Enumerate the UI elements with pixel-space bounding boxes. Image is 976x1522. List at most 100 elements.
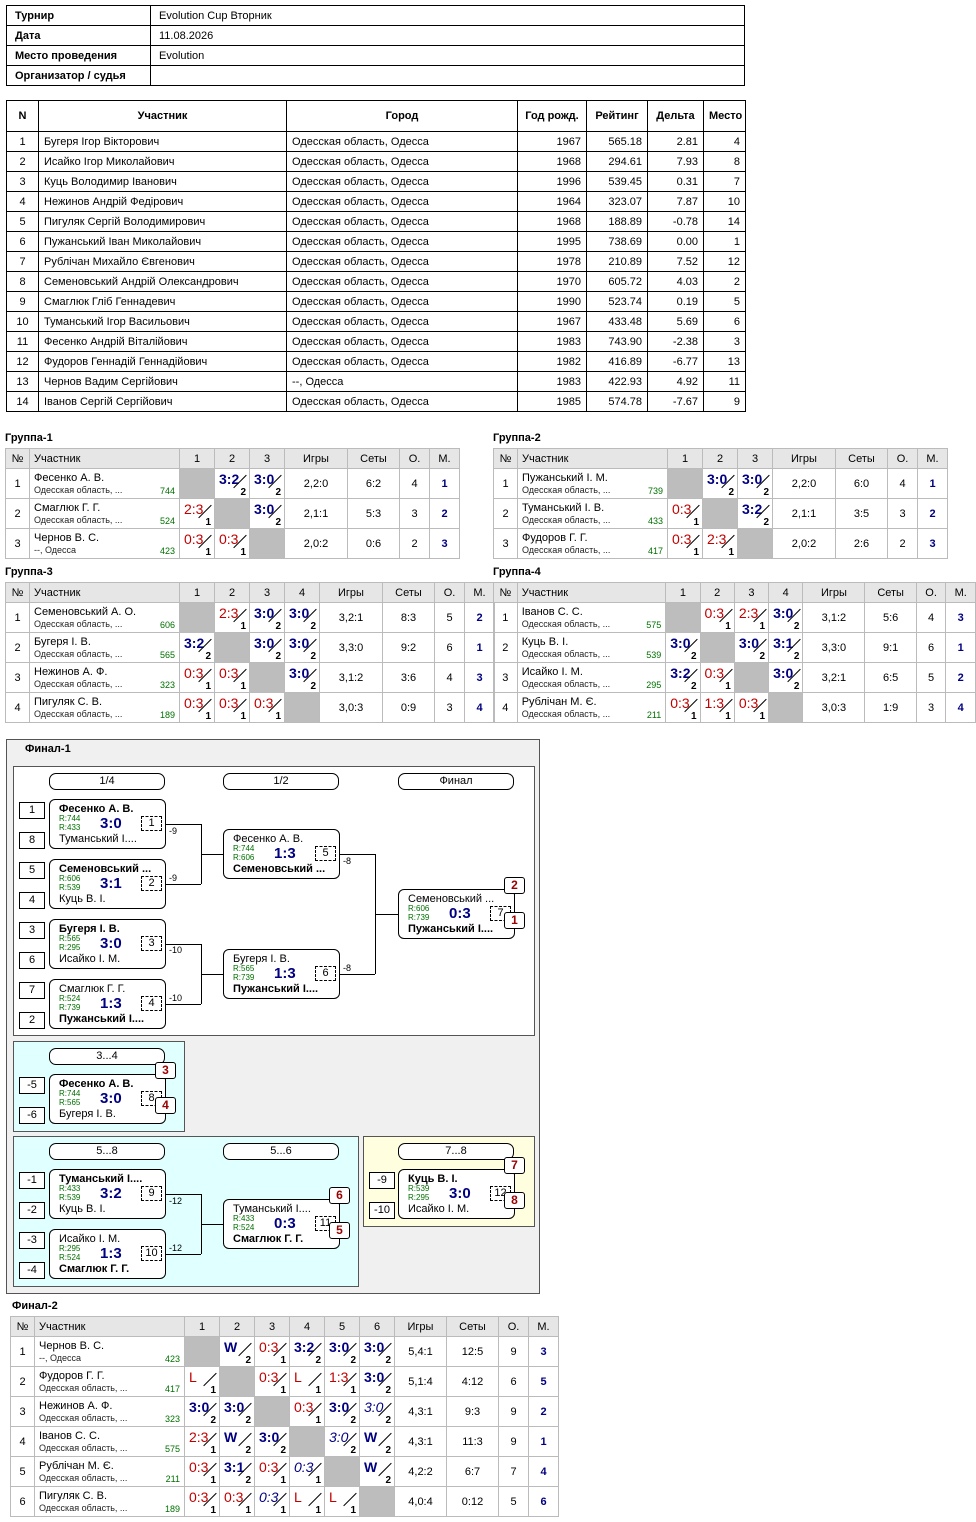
match-box[interactable]: Семеновський ... R:606 R:739 0:3 7 Пужанський… — [398, 889, 515, 939]
col-sets: Сеты — [347, 448, 400, 469]
col-opponent: 2 — [214, 582, 250, 603]
participant-cell: 8 — [6, 271, 39, 292]
match-box[interactable]: Фесенко А. В. R:744 R:606 1:3 5 Семеновський … — [223, 829, 340, 879]
participant-cell: 1 — [703, 231, 746, 252]
match-points: 1 — [210, 1385, 216, 1396]
match-points: 2 — [385, 1355, 391, 1366]
match-box[interactable]: Бугеря І. В. R:565 R:295 3:0 3 Исайко І. М. — [49, 919, 166, 969]
score-cell — [284, 692, 320, 723]
match-number: 9 — [141, 1186, 162, 1201]
group-row: 2 Фудоров Г. Г. Одесская область, ... 417 L 1… — [10, 1366, 559, 1397]
group-row: 1 Семеновський А. О. Одесская область, ...… — [5, 602, 495, 633]
player-b-name: Пужанський І.... — [59, 1013, 145, 1025]
col-n: № — [493, 448, 518, 469]
player-rating: 744 — [159, 486, 175, 496]
participant-cell: 9 — [703, 391, 746, 412]
player-city: Одесская область, ... — [39, 1442, 128, 1453]
match-box[interactable]: Туманський І.... R:433 R:524 0:3 11 Смаглюк Г… — [223, 1199, 340, 1249]
col-player: Участник — [34, 1316, 185, 1337]
loser-link-label: -9 — [169, 873, 178, 883]
seed-box: -5 — [19, 1077, 45, 1094]
match-box[interactable]: Фесенко А. В. R:744 R:433 3:0 1 Туманський І.… — [49, 799, 166, 849]
participant-cell: 2.81 — [647, 131, 704, 152]
match-box[interactable]: Смаглюк Г. Г. R:524 R:739 1:3 4 Пужанський І.… — [49, 979, 166, 1029]
participant-cell: Туманський Ігор Васильович — [38, 311, 287, 332]
row-number: 3 — [493, 528, 518, 559]
participant-cell: 14 — [703, 211, 746, 232]
player-rating: 323 — [159, 680, 175, 690]
match-score: 3:0 — [100, 935, 122, 952]
participant-row: 9 Смаглюк Гліб Геннадевич Одесская область… — [6, 291, 746, 312]
match-box[interactable]: Фесенко А. В. R:744 R:565 3:0 8 Бугеря І. В. — [49, 1074, 166, 1124]
participant-cell: 7 — [6, 251, 39, 272]
bracket-line — [166, 1254, 201, 1255]
match-score: 0:3 — [449, 905, 471, 922]
player-a-rating: R:565 — [59, 934, 81, 943]
match-points: 1 — [728, 547, 734, 558]
score-cell: 0:3 1 — [254, 1366, 290, 1397]
col-games: Игры — [319, 582, 383, 603]
sets-value: 1:9 — [864, 692, 917, 723]
score-cell: 3:0 2 — [737, 468, 773, 499]
match-points: 1 — [280, 1505, 286, 1516]
player-b-rating: R:295 — [408, 1193, 430, 1202]
participant-cell: Семеновський Андрій Олександрович — [38, 271, 287, 292]
player-cell: Нежинов А. Ф. Одесская область, ... 323 — [34, 1396, 185, 1427]
player-a-rating: R:433 — [59, 1184, 81, 1193]
player-rating: 417 — [647, 546, 663, 556]
final-1-title: Финал-1 — [25, 743, 71, 755]
participant-cell: 539.45 — [586, 171, 648, 192]
points-value: 3 — [434, 692, 465, 723]
player-cell: Чернов В. С. --, Одесса 423 — [29, 528, 180, 559]
participant-cell: Фудоров Геннадій Геннадійович — [38, 351, 287, 372]
match-points: 2 — [350, 1415, 356, 1426]
match-points: 1 — [693, 547, 699, 558]
points-value: 7 — [498, 1456, 529, 1487]
match-box[interactable]: Исайко І. М. R:295 R:524 1:3 10 Смаглюк Г. Г. — [49, 1229, 166, 1279]
group-row: 1 Пужанський І. М. Одесская область, ... 73… — [493, 468, 948, 499]
match-box[interactable]: Семеновський ... R:606 R:539 3:1 2 Куць В. І. — [49, 859, 166, 909]
sets-value: 3:5 — [835, 498, 888, 529]
participant-cell: 0.19 — [647, 291, 704, 312]
match-points: 2 — [310, 681, 316, 692]
score-cell — [254, 1396, 290, 1427]
participant-row: 13 Чернов Вадим Сергійович --, Одесса 1983 4… — [6, 371, 746, 392]
bracket-line — [340, 854, 375, 855]
info-row: Организатор / судья — [6, 65, 745, 86]
points-value: 9 — [498, 1396, 529, 1427]
round-label: 3...4 — [49, 1048, 165, 1065]
sets-value: 0:9 — [382, 692, 435, 723]
participant-cell: 11 — [6, 331, 39, 352]
place-value: 6 — [528, 1486, 559, 1517]
participant-cell: Одесская область, Одесса — [286, 291, 518, 312]
match-box[interactable]: Туманський І.... R:433 R:539 3:2 9 Куць В. І. — [49, 1169, 166, 1219]
seed-box: -10 — [369, 1202, 395, 1219]
match-points: 1 — [245, 1505, 251, 1516]
participant-row: 4 Нежинов Андрій Федірович Одесская област… — [6, 191, 746, 212]
round-label: 1/2 — [223, 773, 339, 790]
col-place: М. — [945, 582, 976, 603]
place-value: 2 — [528, 1396, 559, 1427]
points-value: 3 — [887, 498, 918, 529]
sets-value: 2:6 — [835, 528, 888, 559]
col-sets: Сеты — [835, 448, 888, 469]
score-cell: 3:2 2 — [289, 1336, 325, 1367]
match-points: 1 — [350, 1385, 356, 1396]
loser-link-label: -12 — [169, 1196, 183, 1206]
score-cell: 3:0 2 — [665, 632, 701, 663]
group-header-row: № Участник 1 2 3 4 Игры Сеты О. М. — [5, 582, 495, 603]
sets-value: 0:12 — [446, 1486, 499, 1517]
player-rating: 211 — [165, 1474, 180, 1484]
group-header-row: № Участник 1 2 3 Игры Сеты О. М. — [5, 448, 460, 469]
match-points: 1 — [315, 1475, 321, 1486]
col-opponent: 2 — [702, 448, 738, 469]
participants-header: Участник — [38, 100, 287, 132]
score-cell — [665, 602, 701, 633]
player-rating: 565 — [159, 650, 175, 660]
match-box[interactable]: Куць В. І. R:539 R:295 3:0 12 Исайко І. М. — [398, 1169, 515, 1219]
participant-cell: 3 — [6, 171, 39, 192]
participant-cell: 3 — [703, 331, 746, 352]
player-name: Фудоров Г. Г. — [522, 531, 588, 544]
match-box[interactable]: Бугеря І. В. R:565 R:739 1:3 6 Пужанський І..… — [223, 949, 340, 999]
final-place-a: 6 — [329, 1187, 350, 1204]
